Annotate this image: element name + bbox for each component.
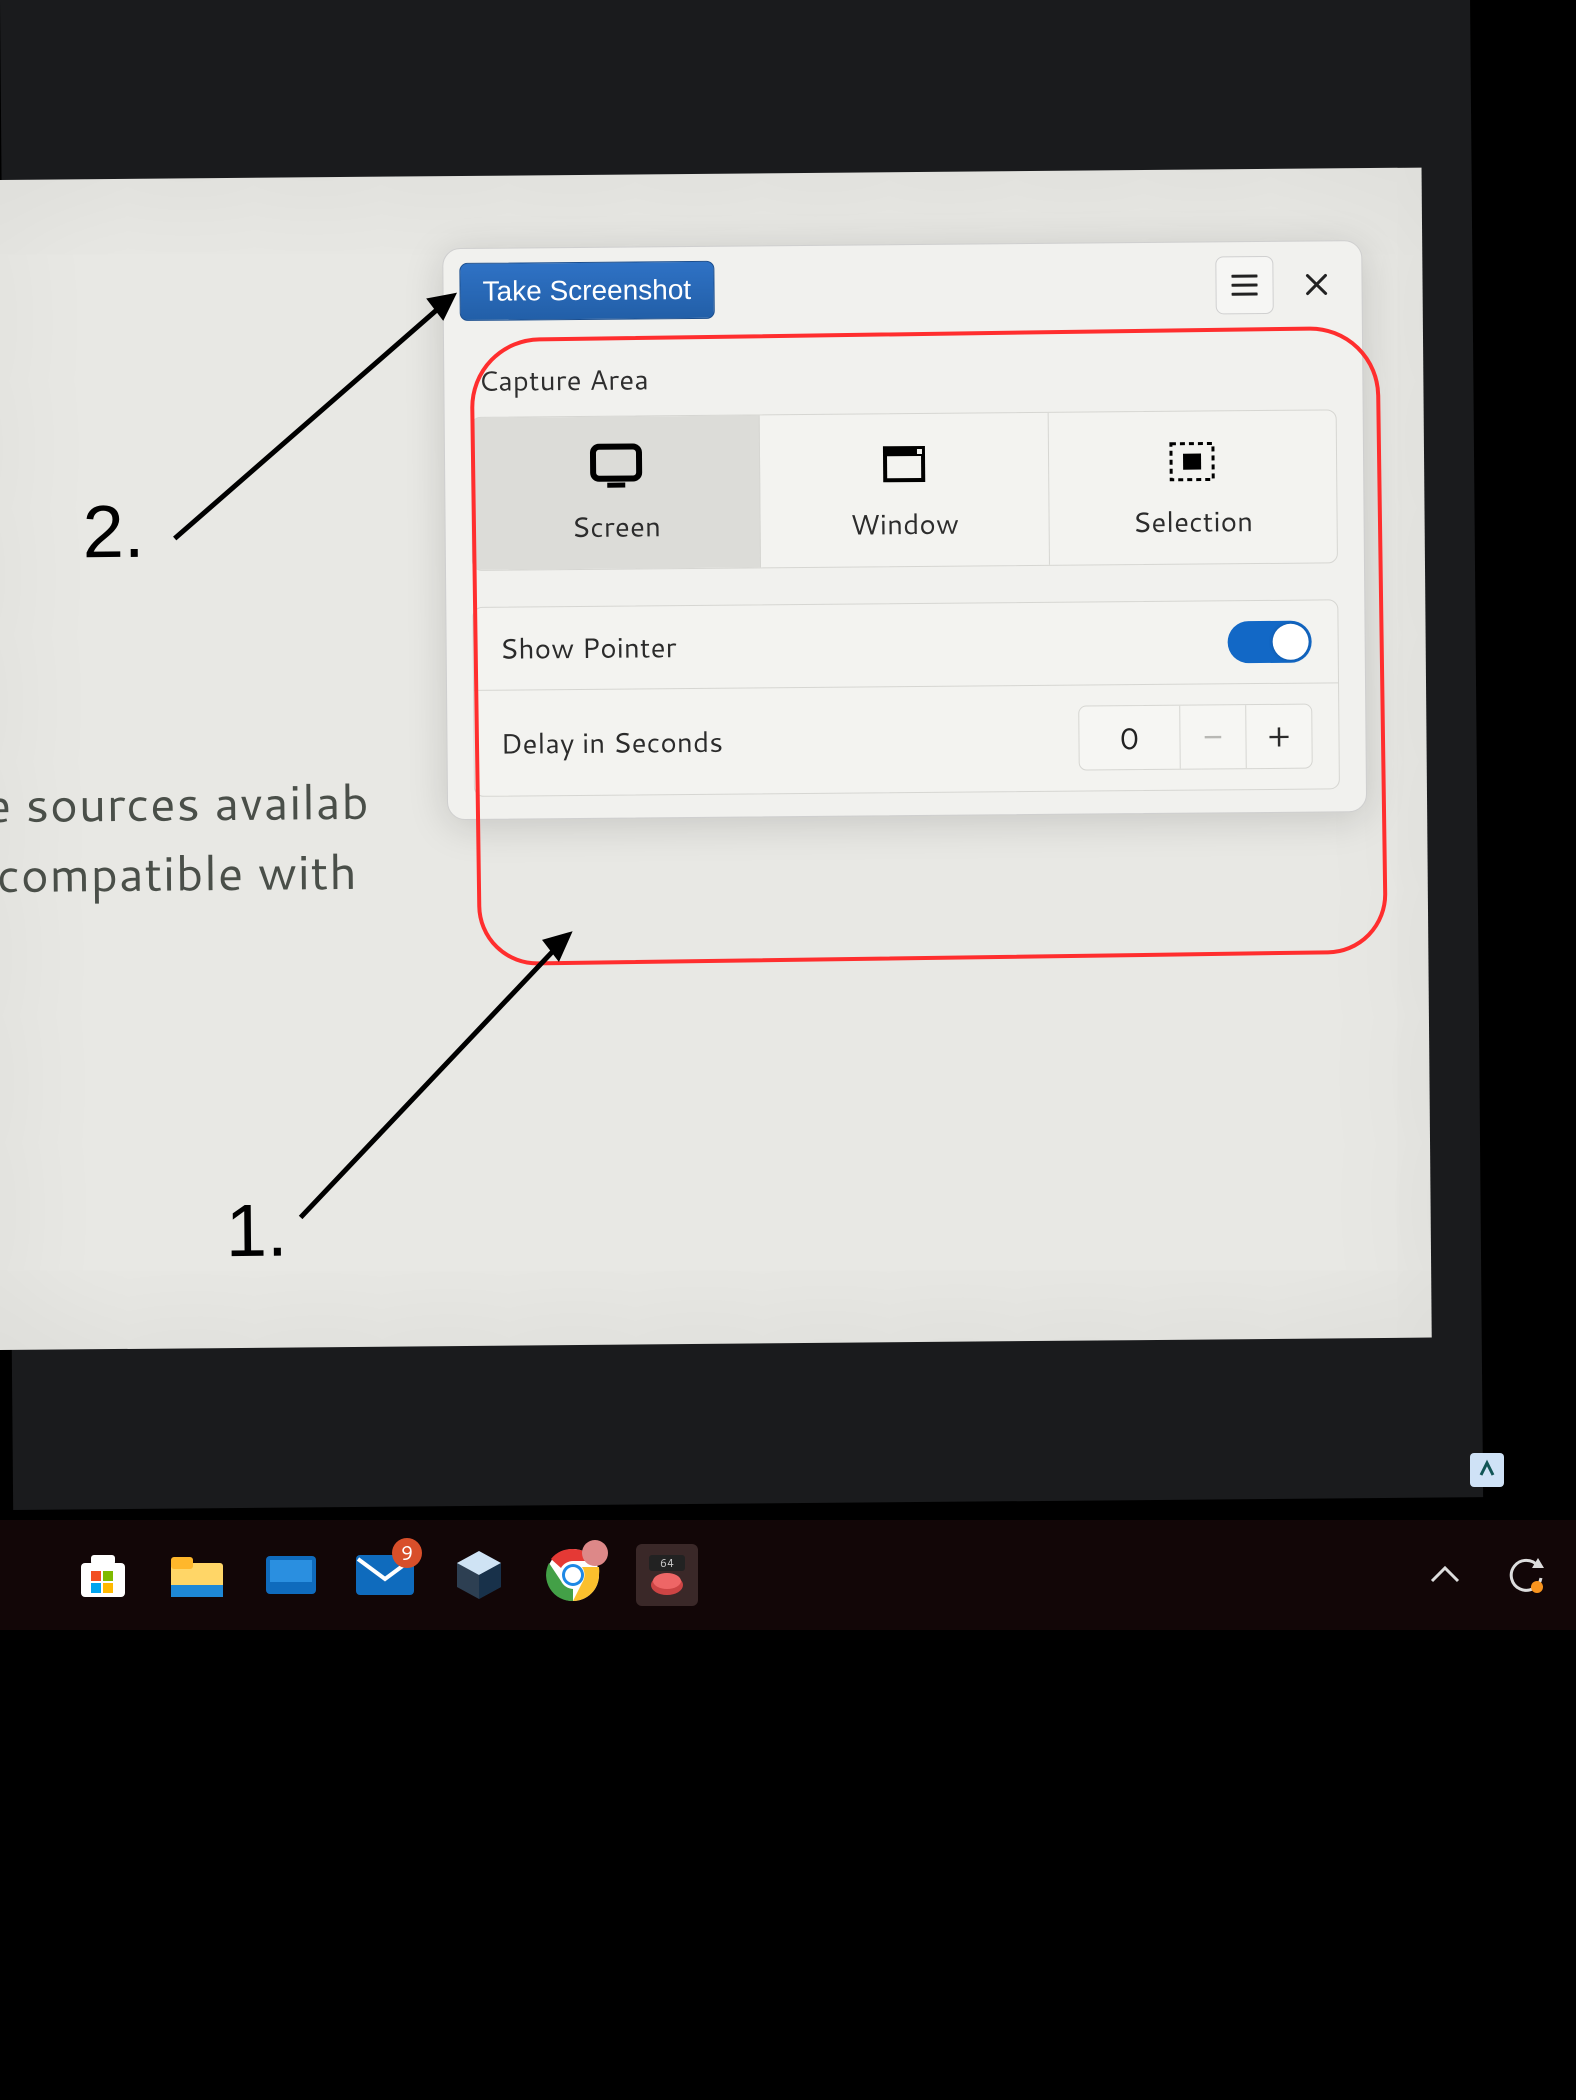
delay-label: Delay in Seconds [500,718,1078,763]
capture-screen-option[interactable]: Screen [472,415,762,570]
capture-selection-option[interactable]: Selection [1048,410,1337,565]
show-pointer-label: Show Pointer [500,622,1228,668]
taskbar-vm-window-icon[interactable]: 64 [636,1544,698,1606]
delay-decrement-button[interactable]: − [1179,705,1246,769]
show-pointer-row: Show Pointer [473,600,1338,691]
take-screenshot-button[interactable]: Take Screenshot [459,261,714,321]
vm-tray-icon [1470,1453,1504,1487]
capture-area-options: Screen Window Selection [471,409,1338,571]
tray-sync-icon[interactable] [1504,1554,1546,1596]
hamburger-icon [1231,274,1257,296]
delay-value[interactable]: 0 [1079,706,1180,770]
hamburger-menu-button[interactable] [1215,256,1274,315]
taskbar-tray [1430,1554,1546,1596]
selection-icon [1163,437,1221,486]
capture-selection-label: Selection [1132,501,1253,542]
taskbar-mail-icon[interactable]: 9 [354,1544,416,1606]
capture-window-label: Window [850,504,959,545]
annotation-label-1: 1. [225,1188,287,1274]
tray-chevron-up-icon[interactable] [1430,1565,1460,1585]
vm-tray-fragment [1470,1440,1560,1500]
options-box: Show Pointer Delay in Seconds 0 − + [472,599,1340,797]
chrome-profile-avatar [582,1540,608,1566]
capture-screen-label: Screen [571,506,661,547]
taskbar-virtualbox-icon[interactable] [448,1544,510,1606]
close-icon [1305,273,1327,295]
taskbar-settings-icon[interactable] [260,1544,322,1606]
monitor-surface: he sources availab y compatible with Tak… [0,0,1483,1510]
mail-badge: 9 [392,1538,422,1568]
close-button[interactable] [1287,255,1346,314]
delay-increment-button[interactable]: + [1245,705,1312,769]
annotation-label-2: 2. [82,489,144,575]
taskbar-microsoft-store-icon[interactable] [72,1544,134,1606]
svg-text:64: 64 [660,1555,674,1571]
windows-taskbar: 9 64 [0,1520,1576,1630]
show-pointer-switch[interactable] [1227,621,1311,664]
screen-icon [587,442,645,491]
capture-window-option[interactable]: Window [760,413,1050,568]
capture-area-label: Capture Area [444,323,1363,417]
window-icon [875,440,933,489]
background-text: he sources availab y compatible with [0,767,370,910]
delay-spinbutton: 0 − + [1078,704,1313,771]
dialog-titlebar: Take Screenshot [443,241,1362,331]
taskbar-chrome-icon[interactable] [542,1544,604,1606]
screenshot-dialog: Take Screenshot Capture Area Screen [442,240,1367,820]
delay-row: Delay in Seconds 0 − + [474,683,1339,796]
switch-knob [1272,624,1308,660]
taskbar-file-explorer-icon[interactable] [166,1544,228,1606]
photo-black-area [0,1630,1576,2100]
